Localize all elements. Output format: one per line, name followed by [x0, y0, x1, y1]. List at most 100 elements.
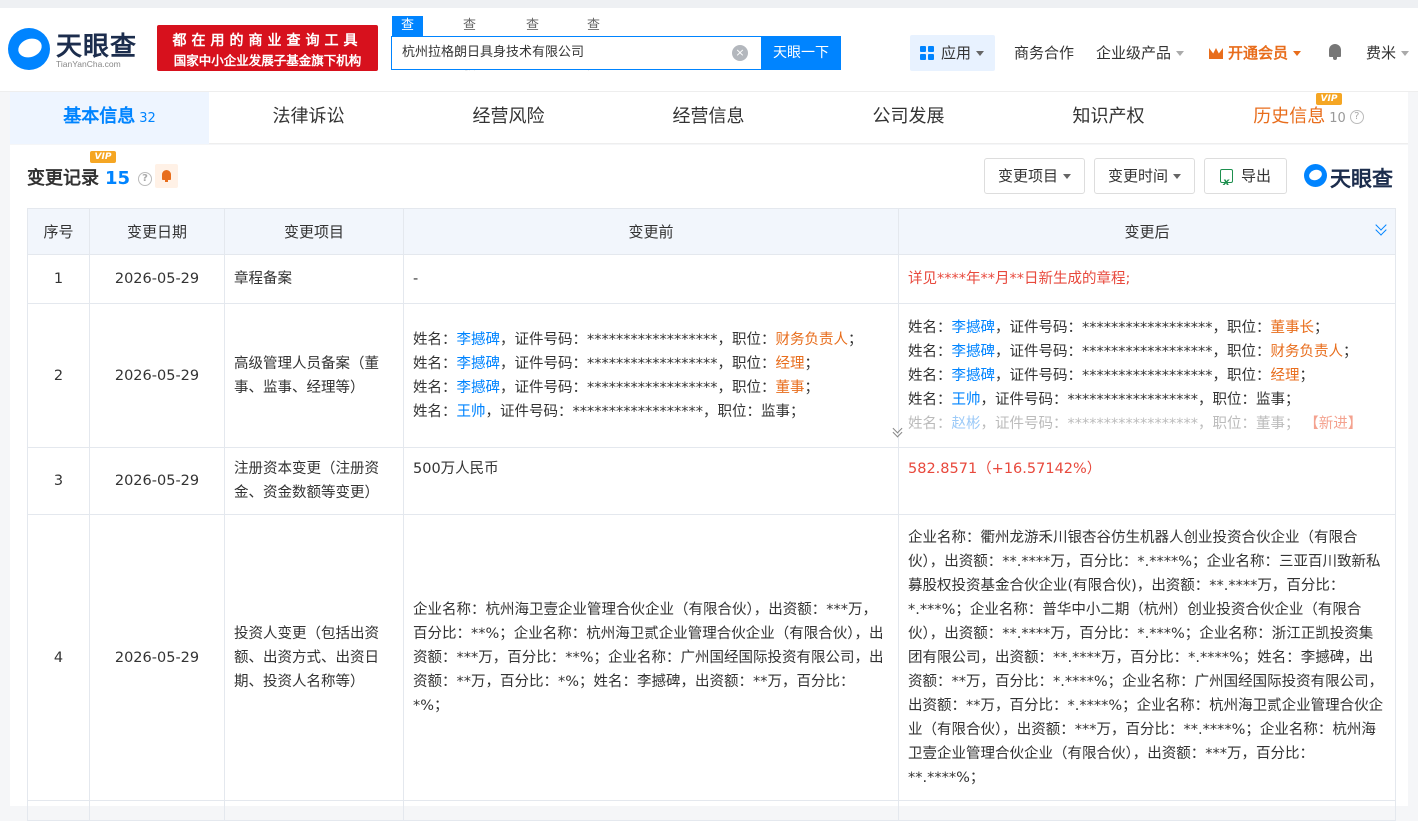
nav-app-menu[interactable]: 应用 — [910, 35, 995, 71]
tab-operation-info[interactable]: 经营信息 — [609, 92, 808, 144]
person-id-text: ，证件号码：******************，职位： — [500, 355, 776, 372]
table-row: 4 2026-05-29 投资人变更（包括出资额、出资方式、出资日期、投资人名称… — [27, 514, 1396, 801]
show-more-icon[interactable] — [892, 425, 904, 439]
person-role: 董事 — [775, 379, 805, 396]
nav-vip[interactable]: 开通会员 — [1209, 35, 1302, 71]
help-icon[interactable]: ? — [1349, 110, 1364, 124]
person-name-link[interactable]: 王帅 — [952, 392, 981, 408]
person-entry: 姓名：李撼碑，证件号码：******************，职位：财务负责人； — [413, 328, 889, 352]
monitor-bell-button[interactable] — [155, 164, 178, 188]
clear-icon[interactable]: × — [732, 45, 748, 61]
logo-icon — [1304, 164, 1327, 187]
row-index: 4 — [27, 514, 90, 801]
tianyancha-logo[interactable]: 天眼查 TianYanCha.com — [8, 26, 148, 76]
table-row: 3 2026-05-29 注册资本变更（注册资金、资金数额等变更） 500万人民… — [27, 447, 1396, 515]
row-item: 章程备案 — [224, 254, 404, 304]
search-tab-boss[interactable]: 查老板 — [463, 16, 476, 73]
chevron-down-icon — [1176, 51, 1185, 56]
person-end: ； — [1299, 367, 1315, 384]
brand-text: 天眼查 — [1330, 167, 1393, 191]
filter-item-dropdown[interactable]: 变更项目 — [984, 158, 1085, 194]
person-name-link[interactable]: 李撼碑 — [457, 380, 501, 396]
person-entry: 姓名：赵彬，证件号码：******************，职位：董事； 【新进】 — [908, 412, 1386, 436]
person-entry: 姓名：李撼碑，证件号码：******************，职位：董事长； — [908, 316, 1386, 340]
row-date: 2026-05-29 — [89, 447, 225, 515]
tab-development[interactable]: 公司发展 — [809, 92, 1008, 144]
row-before: 姓名：李撼碑，证件号码：******************，职位：财务负责人；… — [403, 303, 899, 448]
table-header-row: 序号 变更日期 变更项目 变更前 变更后 — [27, 208, 1396, 255]
search-input[interactable]: 杭州拉格朗日具身技术有限公司 × — [391, 36, 761, 70]
row-date: 2026-05-29 — [89, 514, 225, 801]
top-strip — [0, 0, 1418, 8]
person-name-label: 姓名： — [413, 355, 457, 372]
crown-icon — [1209, 48, 1223, 59]
top-header: 天眼查 TianYanCha.com 都在用的商业查询工具 国家中小企业发展子基… — [0, 0, 1418, 92]
row-index: 1 — [27, 254, 90, 304]
search-button[interactable]: 天眼一下 — [761, 36, 841, 70]
table-row — [27, 800, 1396, 821]
table-row: 1 2026-05-29 章程备案 - 详见****年**月**日新生成的章程; — [27, 254, 1396, 304]
nav-user-label: 费米 — [1366, 44, 1397, 62]
person-name-link[interactable]: 李撼碑 — [457, 332, 501, 348]
person-name-link[interactable]: 李撼碑 — [952, 344, 996, 360]
promo-banner[interactable]: 都在用的商业查询工具 国家中小企业发展子基金旗下机构 — [157, 25, 378, 71]
col-header-item: 变更项目 — [224, 208, 404, 255]
person-name-link[interactable]: 李撼碑 — [952, 320, 996, 336]
person-name-link[interactable]: 王帅 — [457, 404, 486, 420]
person-entry: 姓名：李撼碑，证件号码：******************，职位：董事； — [413, 376, 889, 400]
tab-history[interactable]: 历史信息 10? — [1209, 92, 1408, 144]
person-name-link[interactable]: 李撼碑 — [952, 368, 996, 384]
tab-basic-info[interactable]: 基本信息 32 — [10, 92, 209, 144]
search-tab-risk[interactable]: 查风险 — [587, 16, 600, 73]
filter-item-label: 变更项目 — [997, 167, 1058, 185]
person-id-text: ，证件号码：******************，职位： — [995, 343, 1271, 360]
row-date: 2026-05-29 — [89, 303, 225, 448]
nav-user[interactable]: 费米 — [1366, 35, 1410, 71]
tab-label: 历史信息 — [1253, 106, 1326, 127]
row-index: 3 — [27, 447, 90, 515]
tab-ip[interactable]: 知识产权 — [1009, 92, 1208, 144]
row-date: 2026-05-29 — [89, 254, 225, 304]
row-after: 582.8571（+16.57142%） — [898, 447, 1396, 515]
export-label: 导出 — [1240, 167, 1271, 185]
person-id-text: ，证件号码：******************，职位： — [500, 331, 776, 348]
person-id-text: ，证件号码：******************，职位： — [995, 367, 1271, 384]
person-id-text: ，证件号码：******************，职位： — [980, 415, 1257, 432]
person-end: ； — [804, 379, 820, 396]
row-index: 2 — [27, 303, 90, 448]
filter-time-dropdown[interactable]: 变更时间 — [1094, 158, 1195, 194]
chevron-down-icon — [976, 51, 985, 56]
search-tab-relation[interactable]: 查关系 — [526, 16, 539, 73]
person-role: 董事长 — [1270, 319, 1315, 336]
export-button[interactable]: 导出 — [1204, 158, 1287, 200]
change-record-table: 序号 变更日期 变更项目 变更前 变更后 1 2026-05-29 章程备案 -… — [27, 208, 1396, 821]
expand-all-icon[interactable] — [1374, 222, 1388, 236]
nav-app-label: 应用 — [941, 44, 972, 62]
tab-operation-risk[interactable]: 经营风险 — [409, 92, 608, 144]
search-tab-company[interactable]: 查公司 — [392, 16, 424, 73]
main-tabs: 基本信息 32 法律诉讼 经营风险 经营信息 公司发展 知识产权 历史信息 10? … — [10, 92, 1408, 144]
person-name-link[interactable]: 赵彬 — [952, 416, 981, 432]
row-after: 详见****年**月**日新生成的章程; — [898, 254, 1396, 304]
person-end: ； — [1314, 319, 1329, 336]
row-before: 500万人民币 — [403, 447, 899, 515]
col-header-date: 变更日期 — [89, 208, 225, 255]
person-entry: 姓名：李撼碑，证件号码：******************，职位：财务负责人； — [908, 340, 1386, 364]
person-id-text: ，证件号码：******************，职位： — [500, 379, 776, 396]
person-entry: 姓名：王帅，证件号码：******************，职位：监事； — [908, 388, 1386, 412]
col-header-index: 序号 — [27, 208, 90, 255]
nav-enterprise[interactable]: 企业级产品 — [1096, 35, 1185, 71]
tab-legal[interactable]: 法律诉讼 — [209, 92, 408, 144]
row-before: - — [403, 254, 899, 304]
excel-icon — [1219, 166, 1233, 200]
chevron-down-icon — [1173, 174, 1181, 179]
bell-icon[interactable] — [1328, 44, 1342, 60]
table-row: 2 2026-05-29 高级管理人员备案（董事、监事、经理等） 姓名：李撼碑，… — [27, 303, 1396, 448]
col-header-after: 变更后 — [898, 208, 1396, 255]
person-end: ； — [1285, 415, 1300, 432]
nav-business[interactable]: 商务合作 — [1014, 35, 1074, 71]
person-role: 经理 — [1270, 367, 1300, 384]
tab-label: 基本信息 — [63, 106, 136, 127]
person-name-link[interactable]: 李撼碑 — [457, 356, 501, 372]
help-icon[interactable]: ? — [138, 172, 153, 186]
